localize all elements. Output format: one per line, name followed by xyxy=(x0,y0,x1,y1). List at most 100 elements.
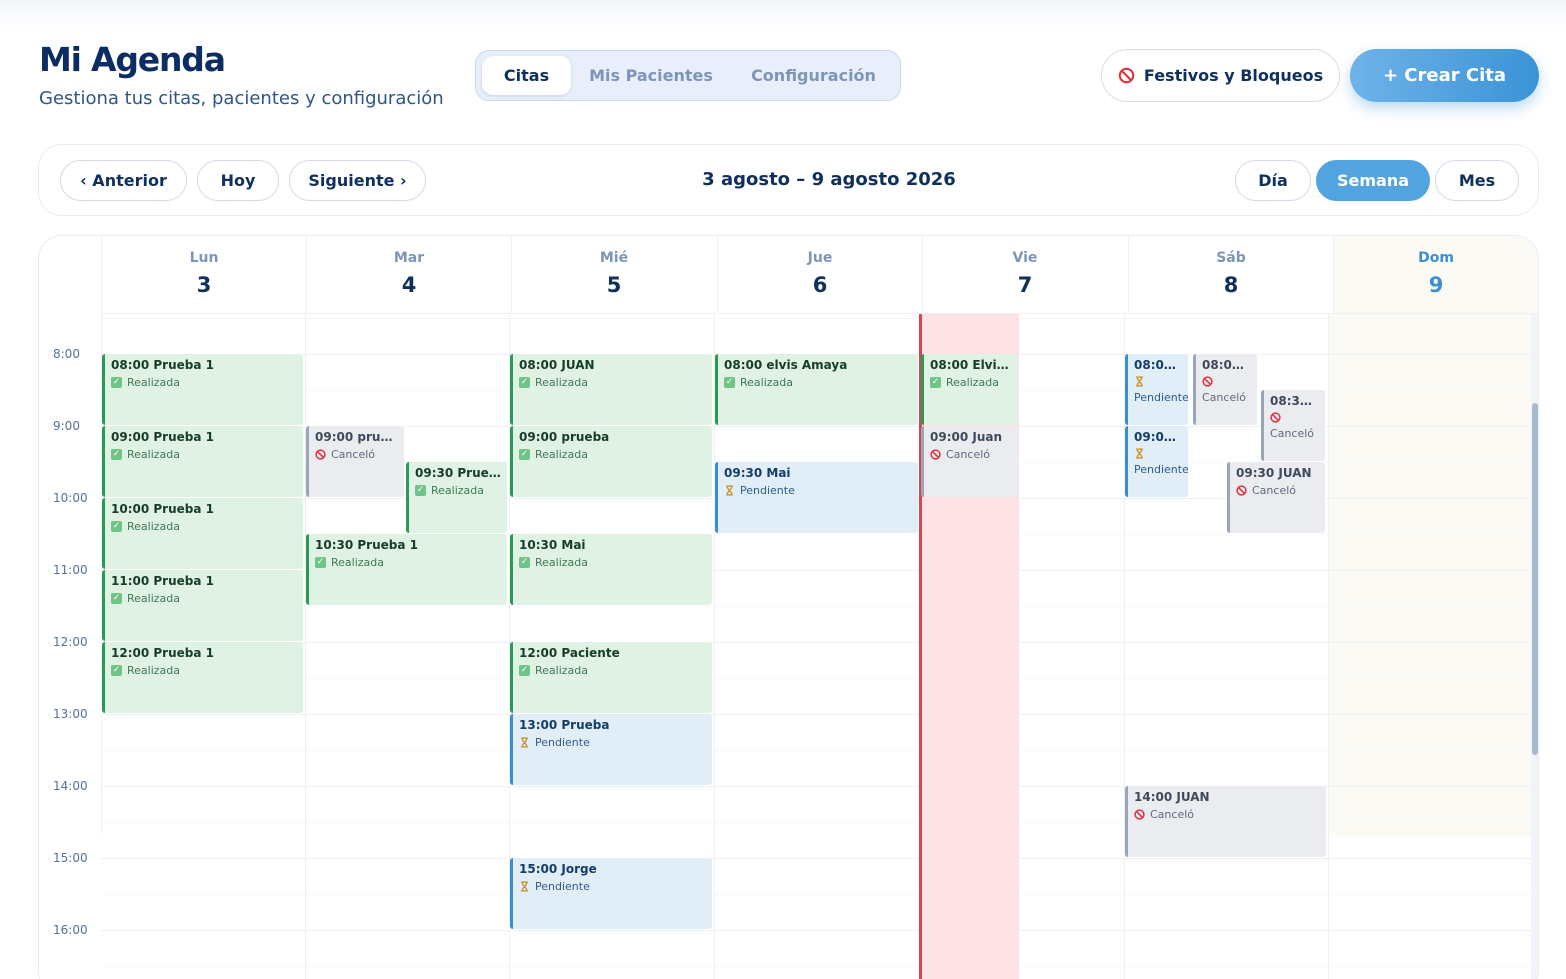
appointment-status: Canceló xyxy=(930,448,1013,461)
appointment-title: 09:00 prueba xyxy=(519,430,610,444)
create-appointment-button[interactable]: + Crear Cita xyxy=(1350,49,1539,102)
view-day-button[interactable]: Día xyxy=(1235,160,1311,201)
appointment-status: Pendiente xyxy=(1134,448,1188,476)
appointment-cancel[interactable]: 09:30 JUAN Canceló xyxy=(1227,462,1325,533)
appointment-status-label: Realizada xyxy=(127,592,181,605)
appointment-done[interactable]: 09:00 prueba ✓ Realizada xyxy=(510,426,712,497)
check-icon: ✓ xyxy=(724,377,735,388)
appointment-done[interactable]: 11:00 Prueba 1 ✓ Realizada xyxy=(102,570,303,641)
appointment-done[interactable]: 09:30 Prueb... ✓ Realizada xyxy=(406,462,507,533)
appointment-done[interactable]: 10:00 Prueba 1 ✓ Realizada xyxy=(102,498,303,569)
ban-icon xyxy=(1236,485,1247,496)
today-column xyxy=(1328,314,1531,836)
appointment-status-label: Pendiente xyxy=(1134,391,1188,404)
appointment-status: Pendiente xyxy=(519,880,707,893)
appointment-title: 09:30 JUAN xyxy=(1236,466,1312,480)
tab-citas[interactable]: Citas xyxy=(482,56,571,95)
day-name: Sáb xyxy=(1216,250,1246,266)
appointment-pending[interactable]: 09:00 ... Pendiente xyxy=(1125,426,1188,497)
appointment-cancel[interactable]: 09:00 prueba Canceló xyxy=(306,426,404,497)
appointment-done[interactable]: 09:00 Prueba 1 ✓ Realizada xyxy=(102,426,303,497)
check-icon: ✓ xyxy=(519,665,530,676)
time-label: 16:00 xyxy=(53,923,88,937)
appointment-cancel[interactable]: 08:00 ... Canceló xyxy=(1193,354,1257,425)
day-header[interactable]: Vie 7 xyxy=(922,236,1127,314)
appointment-status-label: Realizada xyxy=(127,664,181,677)
holidays-button[interactable]: Festivos y Bloqueos xyxy=(1101,49,1340,102)
appointment-pending[interactable]: 15:00 Jorge Pendiente xyxy=(510,858,712,929)
appointment-done[interactable]: 12:00 Prueba 1 ✓ Realizada xyxy=(102,642,303,713)
appointment-done[interactable]: 08:00 Prueba 1 ✓ Realizada xyxy=(102,354,303,425)
day-name: Jue xyxy=(807,250,833,266)
time-label: 14:00 xyxy=(53,779,88,793)
appointment-title: 10:30 Mai xyxy=(519,538,586,552)
appointment-status-label: Realizada xyxy=(535,664,589,677)
day-header[interactable]: Dom 9 xyxy=(1333,236,1538,314)
appointment-status: Pendiente xyxy=(724,484,913,497)
appointment-done[interactable]: 10:30 Prueba 1 ✓ Realizada xyxy=(306,534,507,605)
scrollbar-thumb[interactable] xyxy=(1532,403,1538,755)
appointment-status-label: Realizada xyxy=(535,448,589,461)
today-button[interactable]: Hoy xyxy=(197,160,279,201)
appointment-status: ✓ Realizada xyxy=(111,520,298,533)
ban-icon xyxy=(1118,67,1135,84)
holidays-button-label: Festivos y Bloqueos xyxy=(1143,66,1324,85)
appointment-title: 10:00 Prueba 1 xyxy=(111,502,214,516)
appointment-done[interactable]: 08:00 Elvis ... ✓ Realizada xyxy=(921,354,1018,425)
appointment-done[interactable]: 08:00 JUAN ✓ Realizada xyxy=(510,354,712,425)
hour-line xyxy=(101,642,1531,643)
day-header[interactable]: Lun 3 xyxy=(101,236,306,314)
tab-mis-pacientes[interactable]: Mis Pacientes xyxy=(576,56,726,95)
appointment-status: ✓ Realizada xyxy=(111,448,298,461)
appointment-status-label: Canceló xyxy=(1150,808,1194,821)
day-number: 3 xyxy=(196,273,212,297)
appointment-title: 12:00 Prueba 1 xyxy=(111,646,214,660)
hour-line xyxy=(101,858,1531,859)
day-number: 4 xyxy=(401,273,417,297)
appointment-pending[interactable]: 13:00 Prueba Pendiente xyxy=(510,714,712,785)
calendar-scrollbar[interactable] xyxy=(1531,314,1538,979)
appointment-title: 08:00 elvis Amaya xyxy=(724,358,848,372)
prev-button[interactable]: ‹ Anterior xyxy=(60,160,187,201)
appointment-status: Pendiente xyxy=(1134,376,1188,404)
appointment-status: Canceló xyxy=(315,448,399,461)
week-calendar: Lun 3 Mar 4 Mié 5 Jue 6 Vie 7 Sáb 8 Dom 9 8:00 9:00 10:0… xyxy=(38,235,1539,979)
appointment-done[interactable]: 08:00 elvis Amaya ✓ Realizada xyxy=(715,354,918,425)
appointment-status-label: Pendiente xyxy=(535,880,590,893)
appointment-cancel[interactable]: 14:00 JUAN Canceló xyxy=(1125,786,1326,857)
tab-configuracion[interactable]: Configuración xyxy=(731,56,896,95)
appointment-done[interactable]: 10:30 Mai ✓ Realizada xyxy=(510,534,712,605)
view-month-button[interactable]: Mes xyxy=(1435,160,1519,201)
day-name: Vie xyxy=(1012,250,1038,266)
appointment-status: ✓ Realizada xyxy=(930,376,1013,389)
view-week-button[interactable]: Semana xyxy=(1316,160,1430,201)
day-number: 8 xyxy=(1223,273,1239,297)
appointment-pending[interactable]: 08:00 ... Pendiente xyxy=(1125,354,1188,425)
appointment-title: 10:30 Prueba 1 xyxy=(315,538,418,552)
appointment-cancel[interactable]: 08:30 ... Canceló xyxy=(1261,390,1325,461)
day-header[interactable]: Mié 5 xyxy=(511,236,716,314)
check-icon: ✓ xyxy=(111,377,122,388)
appointment-status-label: Pendiente xyxy=(740,484,795,497)
appointment-pending[interactable]: 09:30 Mai Pendiente xyxy=(715,462,918,533)
appointment-title: 15:00 Jorge xyxy=(519,862,597,876)
time-label: 15:00 xyxy=(53,851,88,865)
hour-line xyxy=(101,930,1531,931)
ban-icon xyxy=(930,449,941,460)
day-header[interactable]: Mar 4 xyxy=(306,236,511,314)
top-gradient xyxy=(0,0,1566,30)
appointment-title: 08:00 Prueba 1 xyxy=(111,358,214,372)
appointment-status-label: Realizada xyxy=(331,556,385,569)
appointment-status-label: Realizada xyxy=(127,376,181,389)
next-button[interactable]: Siguiente › xyxy=(289,160,426,201)
appointment-done[interactable]: 12:00 Paciente ✓ Realizada xyxy=(510,642,712,713)
appointment-title: 09:30 Prueb... xyxy=(415,466,502,480)
day-header[interactable]: Sáb 8 xyxy=(1128,236,1333,314)
appointment-title: 09:30 Mai xyxy=(724,466,791,480)
appointment-status: Pendiente xyxy=(519,736,707,749)
appointment-title: 09:00 ... xyxy=(1134,430,1183,444)
appointment-cancel[interactable]: 09:00 Juan Canceló xyxy=(921,426,1018,497)
day-header[interactable]: Jue 6 xyxy=(717,236,922,314)
half-hour-line xyxy=(101,966,1531,967)
appointment-status-label: Pendiente xyxy=(1134,463,1188,476)
